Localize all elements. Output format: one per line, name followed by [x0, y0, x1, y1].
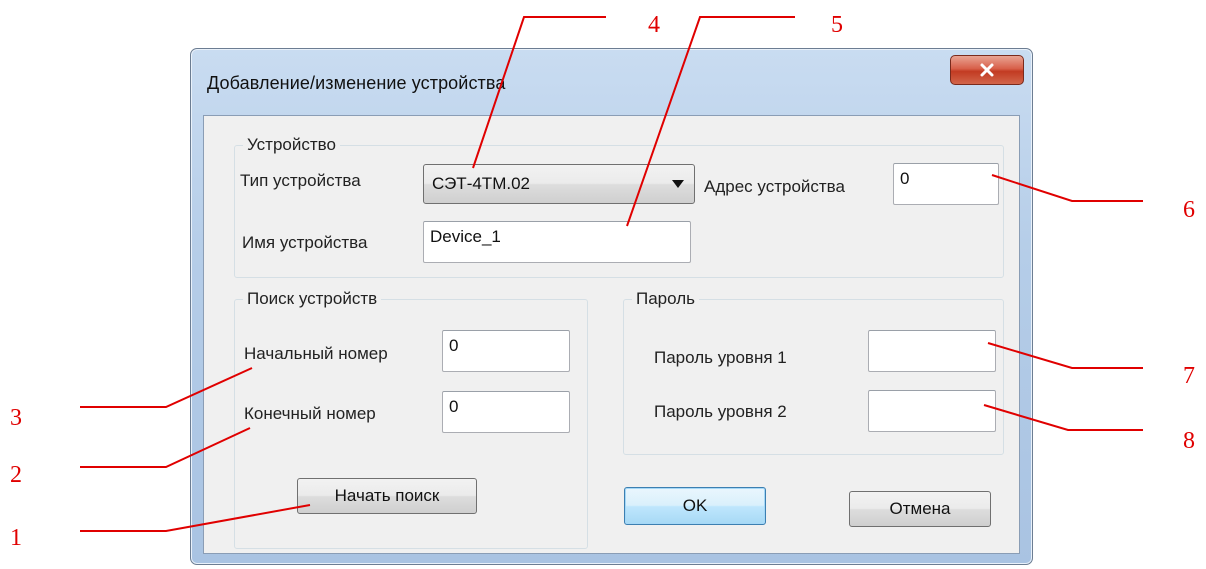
- end-number-value: 0: [449, 397, 459, 416]
- chevron-down-icon: [672, 180, 684, 188]
- password-level1-label: Пароль уровня 1: [654, 348, 787, 367]
- device-type-select[interactable]: СЭТ-4ТМ.02: [423, 164, 695, 204]
- password-level2-field[interactable]: [868, 390, 996, 432]
- password-level2-label: Пароль уровня 2: [654, 402, 787, 421]
- callout-number-4: 4: [648, 12, 660, 38]
- callout-number-8: 8: [1183, 428, 1195, 454]
- close-icon: [980, 63, 994, 77]
- device-address-value: 0: [900, 169, 910, 188]
- close-button[interactable]: [950, 55, 1024, 85]
- device-type-label: Тип устройства: [240, 171, 361, 190]
- callout-number-1: 1: [10, 525, 22, 551]
- device-group-legend: Устройство: [243, 135, 340, 155]
- end-number-field[interactable]: 0: [442, 391, 570, 433]
- start-number-value: 0: [449, 336, 459, 355]
- device-name-label: Имя устройства: [242, 233, 368, 252]
- callout-number-2: 2: [10, 462, 22, 488]
- callout-number-5: 5: [831, 12, 843, 38]
- callout-number-7: 7: [1183, 363, 1195, 389]
- title-bar[interactable]: Добавление/изменение устройства: [191, 49, 1032, 115]
- end-number-label: Конечный номер: [244, 404, 376, 423]
- start-number-label: Начальный номер: [244, 344, 388, 363]
- dialog-window: Добавление/изменение устройства Устройст…: [190, 48, 1033, 565]
- window-title: Добавление/изменение устройства: [207, 73, 506, 93]
- device-address-field[interactable]: 0: [893, 163, 999, 205]
- ok-button[interactable]: OK: [624, 487, 766, 525]
- callout-number-3: 3: [10, 405, 22, 431]
- device-type-value: СЭТ-4ТМ.02: [432, 174, 530, 193]
- cancel-button[interactable]: Отмена: [849, 491, 991, 527]
- device-search-legend: Поиск устройств: [243, 289, 382, 309]
- device-name-value: Device_1: [430, 227, 501, 246]
- start-number-field[interactable]: 0: [442, 330, 570, 372]
- password-level1-field[interactable]: [868, 330, 996, 372]
- device-address-label: Адрес устройства: [704, 177, 845, 196]
- start-search-button[interactable]: Начать поиск: [297, 478, 477, 514]
- callout-number-6: 6: [1183, 197, 1195, 223]
- device-name-field[interactable]: Device_1: [423, 221, 691, 263]
- dialog-body: Устройство Тип устройства СЭТ-4ТМ.02 Адр…: [203, 115, 1020, 554]
- password-group-legend: Пароль: [632, 289, 699, 309]
